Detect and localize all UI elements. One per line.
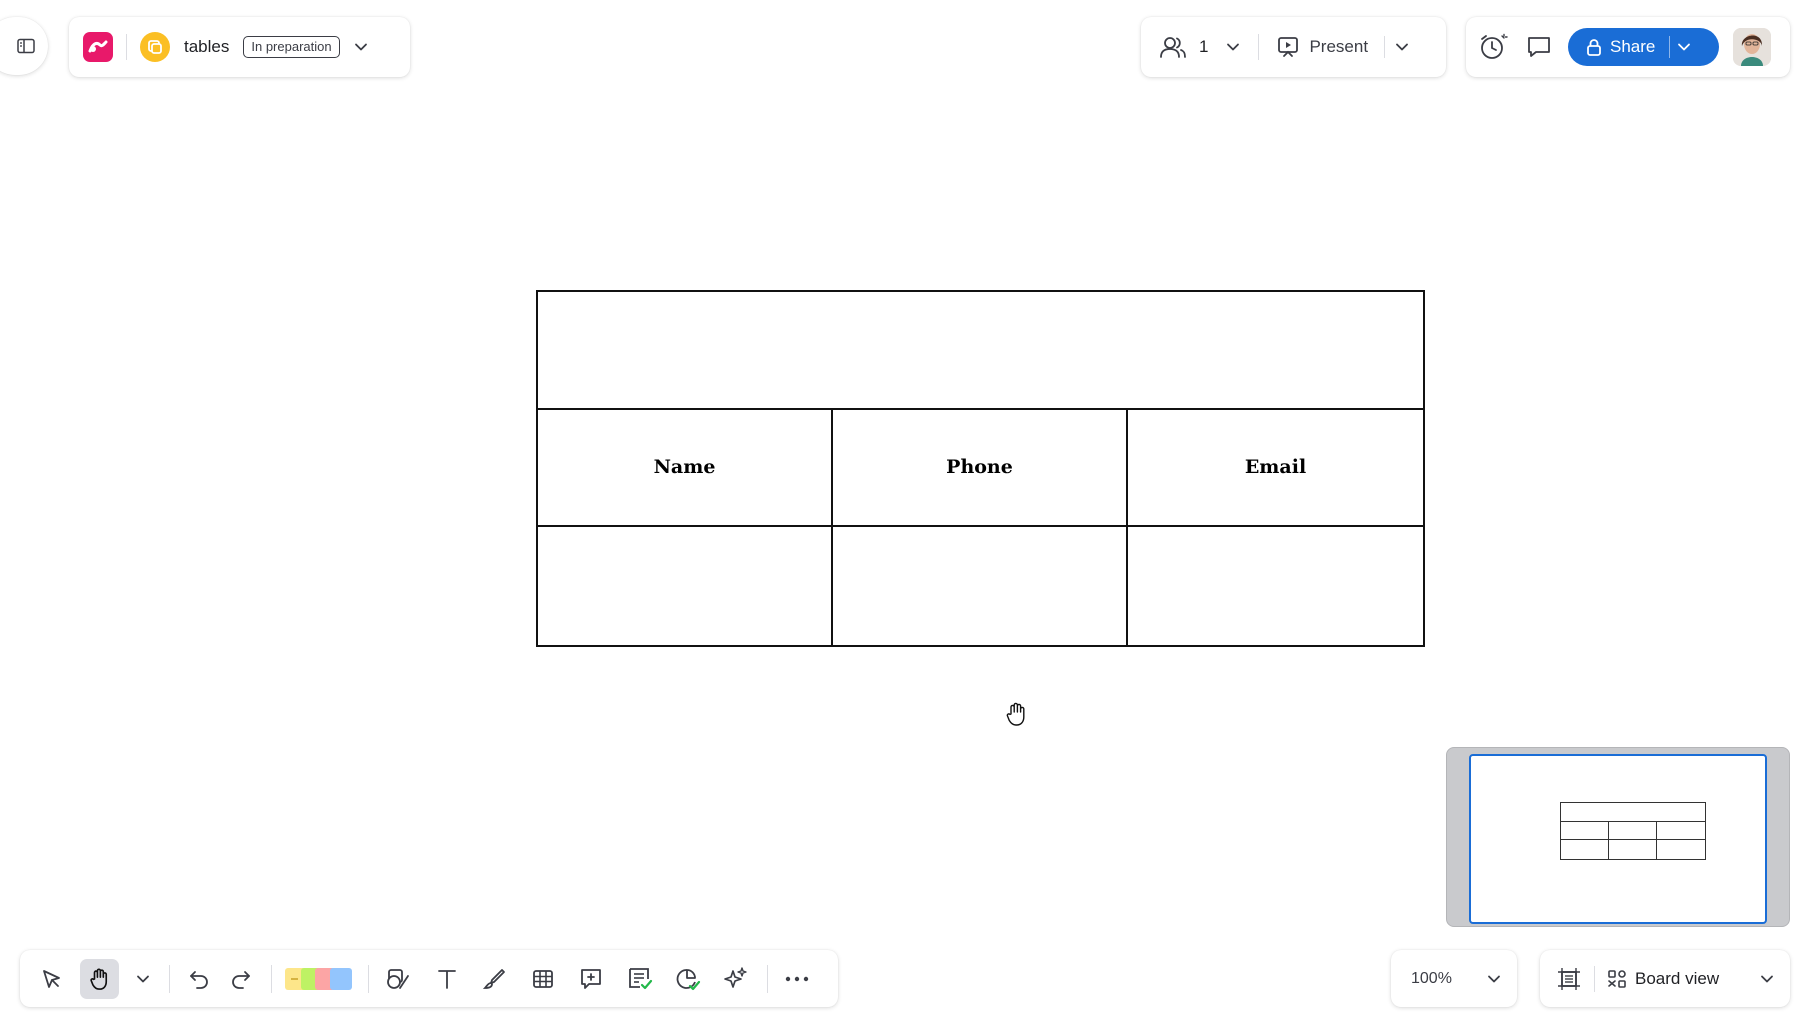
table-icon [532,968,554,990]
chevron-down-icon[interactable] [1226,42,1240,52]
undo-button[interactable] [180,959,219,999]
lock-icon [1586,38,1602,56]
chevron-down-icon[interactable] [1487,974,1501,984]
divider [1384,36,1386,58]
share-label: Share [1610,37,1656,56]
diagram-icon [675,966,701,992]
redo-icon [230,969,252,989]
select-tool-button[interactable] [32,959,71,999]
pen-button[interactable] [475,959,514,999]
board-icon [140,32,170,62]
present-label: Present [1309,37,1369,56]
more-tools-button[interactable] [778,959,817,999]
timer-icon[interactable] [1478,33,1508,61]
board-view-label: Board view [1635,968,1720,988]
table-cell[interactable] [833,527,1128,645]
table-header-cell[interactable]: Phone [833,409,1128,528]
view-panel: Board view [1540,950,1790,1007]
divider [271,964,273,993]
select-icon [41,968,63,990]
shapes-button[interactable] [379,959,418,999]
redo-button[interactable] [221,959,260,999]
table-cell[interactable] [1128,527,1423,645]
canvas-table[interactable]: Name Phone Email [536,290,1425,647]
sticky-notes-button[interactable] [282,959,357,999]
divider [1594,965,1595,992]
minimap[interactable] [1446,747,1790,927]
more-icon [785,976,809,982]
zoom-value: 100% [1411,969,1452,987]
present-icon [1277,36,1299,58]
shapes-icon [386,968,410,990]
pen-icon [482,967,507,991]
comment-icon[interactable] [1526,35,1552,59]
creation-toolbar [20,950,838,1007]
hand-tool-button[interactable] [80,958,120,999]
minimap-table [1560,802,1706,860]
status-badge[interactable]: In preparation [243,36,340,58]
board-header: tables In preparation [69,17,410,77]
divider [126,34,127,60]
chevron-down-icon [136,974,150,984]
add-comment-button[interactable] [572,959,611,999]
table-header-cell[interactable]: Name [538,409,833,528]
sidebar-toggle-button[interactable] [0,17,48,75]
frame-icon[interactable] [1556,966,1582,992]
divider [1669,36,1671,58]
divider [766,964,768,993]
chevron-down-icon[interactable] [1677,42,1691,52]
undo-icon [188,969,210,989]
ai-assist-button[interactable] [717,959,756,999]
card-button[interactable] [620,959,659,999]
sticky-notes-icon [284,965,356,993]
miro-logo-icon[interactable] [83,32,113,62]
table-button[interactable] [524,959,563,999]
sidebar-panel-icon [17,38,35,54]
chevron-down-icon[interactable] [1395,42,1409,52]
table-cell[interactable] [538,527,833,645]
share-button[interactable]: Share [1568,28,1719,66]
card-icon [627,966,653,992]
chevron-down-icon[interactable] [1760,974,1774,984]
divider [168,964,170,993]
collaboration-panel: 1 Present [1141,17,1446,77]
board-name[interactable]: tables [184,37,229,57]
ai-sparkle-icon [723,966,749,992]
table-title-cell[interactable] [538,292,1423,410]
hand-icon [89,967,111,991]
minimap-viewport[interactable] [1469,754,1767,924]
user-count[interactable]: 1 [1199,37,1208,57]
tool-options-button[interactable] [128,959,157,999]
text-icon [436,968,458,990]
hand-cursor-icon [1005,701,1029,727]
chevron-down-icon[interactable] [354,42,368,52]
avatar[interactable] [1733,28,1771,66]
divider [1258,34,1260,60]
diagram-button[interactable] [668,959,707,999]
users-icon[interactable] [1159,35,1187,59]
comment-add-icon [579,967,603,991]
table-header-cell[interactable]: Email [1128,410,1423,528]
present-button[interactable]: Present [1277,36,1368,58]
text-button[interactable] [427,959,466,999]
board-view-button[interactable]: Board view [1607,969,1719,989]
divider [367,964,369,993]
share-panel: Share [1466,17,1790,77]
zoom-control[interactable]: 100% [1391,950,1517,1007]
board-view-icon [1607,969,1627,989]
